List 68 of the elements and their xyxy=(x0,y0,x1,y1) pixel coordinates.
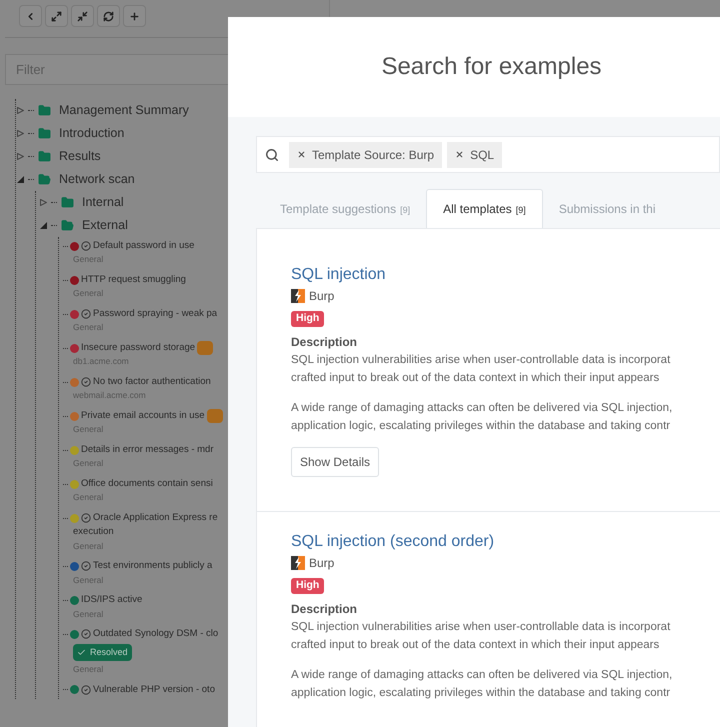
search-field[interactable]: Template Source: Burp SQL xyxy=(256,136,720,173)
template-title[interactable]: SQL injection xyxy=(291,263,686,287)
folder-icon xyxy=(61,196,74,209)
plus-icon xyxy=(129,10,140,22)
toolbar-button[interactable] xyxy=(45,5,68,27)
description-text: A wide range of damaging attacks can often be delivered via SQL injection, application logic, escalating privileges within the database and taking contr xyxy=(291,668,674,701)
show-details-button[interactable]: Show Details xyxy=(291,447,380,477)
lightning-logo-icon xyxy=(291,556,305,570)
expanded-caret-icon[interactable] xyxy=(40,222,47,229)
toolbar-button[interactable] xyxy=(71,5,94,27)
finding-label[interactable]: Oracle Application Express re xyxy=(93,511,218,526)
resolved-badge: Resolved xyxy=(73,644,132,661)
finding-label[interactable]: Password spraying - weak pa xyxy=(93,307,218,322)
remove-icon[interactable] xyxy=(297,150,306,159)
description-heading: Description xyxy=(291,601,358,618)
check-icon xyxy=(77,648,86,657)
finding-label[interactable]: Outdated Synology DSM - clo xyxy=(93,627,218,642)
template-source: Burp xyxy=(309,288,334,305)
search-tag[interactable]: SQL xyxy=(447,142,502,168)
collapsed-caret-icon[interactable] xyxy=(17,153,24,160)
expanded-caret-icon[interactable] xyxy=(17,176,24,183)
finding-label[interactable]: Office documents contain sensi xyxy=(81,477,213,492)
modal-title: Search for examples xyxy=(381,52,602,82)
folder-icon xyxy=(38,150,51,163)
collapsed-caret-icon[interactable] xyxy=(17,107,24,114)
finding-label[interactable]: IDS/IPS active xyxy=(81,593,142,608)
description-text: SQL injection vulnerabilities arise when user-controllable data is incorporat crafted input to break out of the data context in which their input appears xyxy=(291,353,672,386)
finding-label[interactable]: HTTP request smuggling xyxy=(81,273,186,288)
description-text: SQL injection vulnerabilities arise when user-controllable data is incorporat crafted input to break out of the data context in which their input appears xyxy=(291,620,672,653)
search-icon xyxy=(265,148,279,162)
tree-item-label[interactable]: Network scan xyxy=(59,170,135,189)
finding-label[interactable]: Default password in use xyxy=(93,239,194,254)
expand-icon xyxy=(51,10,62,22)
finding-label[interactable]: Vulnerable PHP version - oto xyxy=(93,682,215,697)
description-heading: Description xyxy=(291,334,358,351)
template-title[interactable]: SQL injection (second order) xyxy=(291,530,686,554)
tree-item-label[interactable]: Management Summary xyxy=(59,101,189,120)
description-text: A wide range of damaging attacks can often be delivered via SQL injection, application logic, escalating privileges within the database and taking contr xyxy=(291,401,674,434)
folder-icon xyxy=(38,127,51,140)
remove-icon[interactable] xyxy=(455,150,464,159)
finding-label[interactable]: Insecure password storage xyxy=(81,341,196,356)
toolbar-button[interactable] xyxy=(123,5,146,27)
finding-label[interactable]: Private email accounts in use xyxy=(81,409,205,424)
severity-badge: High xyxy=(291,578,324,594)
finding-label[interactable]: execution xyxy=(73,525,114,540)
toolbar-button[interactable] xyxy=(19,5,42,27)
open-folder-icon xyxy=(38,173,51,186)
tree-item-label[interactable]: Results xyxy=(59,147,101,166)
lightning-logo-icon xyxy=(291,289,305,303)
tree-item-label[interactable]: Internal xyxy=(82,193,124,212)
tree-item-label[interactable]: External xyxy=(82,216,128,235)
finding-label[interactable]: Details in error messages - mdr xyxy=(81,443,214,458)
folder-icon xyxy=(38,104,51,117)
severity-badge: High xyxy=(291,311,324,327)
open-folder-icon xyxy=(61,219,74,232)
finding-label[interactable]: Test environments publicly a xyxy=(93,559,212,574)
finding-label[interactable]: No two factor authentication xyxy=(93,375,211,390)
template-source: Burp xyxy=(309,555,334,572)
refresh-icon xyxy=(103,10,114,22)
search-tag[interactable]: Template Source: Burp xyxy=(289,142,442,168)
tree-item-label[interactable]: Introduction xyxy=(59,124,124,143)
collapsed-caret-icon[interactable] xyxy=(17,130,24,137)
collapse-icon xyxy=(77,10,88,22)
toolbar-button[interactable] xyxy=(97,5,120,27)
tab[interactable]: Submissions in thi xyxy=(542,189,672,228)
tab[interactable]: Template suggestions [9] xyxy=(264,189,426,228)
tab[interactable]: All templates [9] xyxy=(426,189,543,228)
collapsed-caret-icon[interactable] xyxy=(40,199,47,206)
